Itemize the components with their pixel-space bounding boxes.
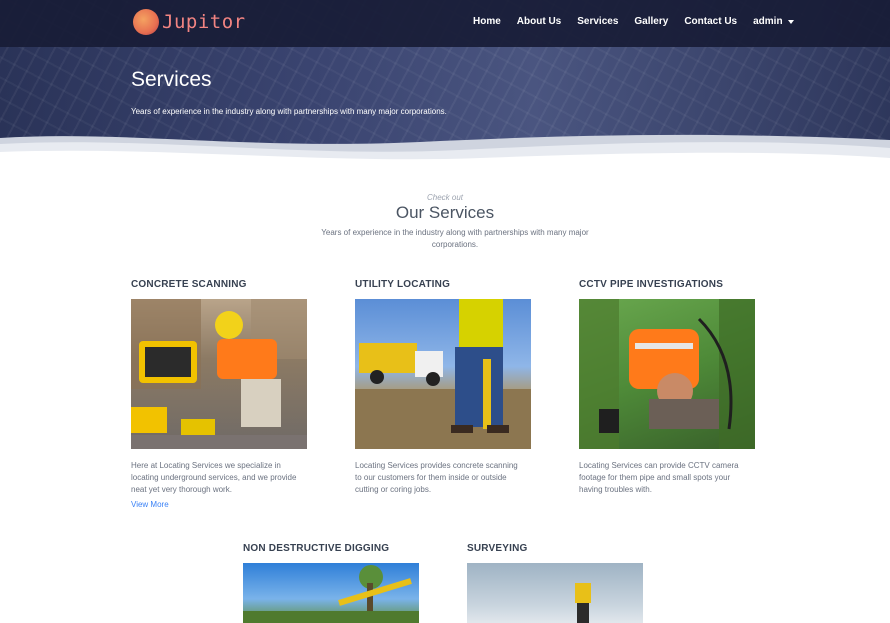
service-title: CCTV Pipe Investigations: [579, 279, 724, 290]
service-image-cctv-pipe: [579, 299, 755, 449]
nav-admin-label: admin: [753, 16, 783, 27]
surveying-illustration: [575, 583, 591, 623]
section-title: Our Services: [395, 203, 495, 222]
page-title: Services: [131, 68, 212, 91]
service-card-utility-locating: Utility Locating Locating Services provi…: [355, 279, 533, 496]
service-description: Locating Services can provide CCTV camer…: [579, 461, 739, 494]
nav-admin-dropdown[interactable]: admin: [753, 16, 794, 27]
service-description: Locating Services provides concrete scan…: [355, 461, 518, 494]
service-title: Non Destructive Digging: [243, 543, 390, 554]
service-image-surveying: [467, 563, 643, 623]
page-header: Jupitor Home About Us Services Gallery C…: [0, 0, 890, 160]
nav-about-us[interactable]: About Us: [517, 16, 561, 27]
view-more-link[interactable]: View More: [131, 500, 309, 509]
cctv-pipe-illustration: [579, 299, 755, 449]
service-card-surveying: Surveying: [467, 543, 645, 623]
navbar: Jupitor Home About Us Services Gallery C…: [0, 0, 890, 47]
utility-locating-illustration: [355, 299, 531, 449]
nav-contact-us[interactable]: Contact Us: [684, 16, 737, 27]
brand-name: Jupitor: [162, 11, 246, 33]
wave-divider: [0, 134, 890, 160]
nav-home[interactable]: Home: [473, 16, 501, 27]
service-description: Here at Locating Services we specialize …: [131, 461, 297, 494]
section-description: Years of experience in the industry alon…: [321, 228, 589, 249]
brand[interactable]: Jupitor: [133, 9, 246, 35]
service-title: Surveying: [467, 543, 528, 554]
service-image-utility-locating: [355, 299, 531, 449]
page-subtitle: Years of experience in the industry alon…: [131, 107, 447, 116]
main-nav: Home About Us Services Gallery Contact U…: [473, 16, 810, 27]
nav-services[interactable]: Services: [577, 16, 618, 27]
service-image-concrete-scanning: [131, 299, 307, 449]
service-card-concrete-scanning: Concrete Scanning Here at Locating Servi…: [131, 279, 309, 509]
digging-illustration: [243, 565, 419, 623]
planet-logo-icon: [133, 9, 159, 35]
service-image-digging: [243, 563, 419, 623]
caret-down-icon: [787, 19, 794, 24]
service-title: Concrete Scanning: [131, 279, 247, 290]
worker-scanning-illustration: [131, 299, 307, 449]
service-title: Utility Locating: [355, 279, 451, 290]
service-card-non-destructive-digging: Non Destructive Digging: [243, 543, 421, 623]
nav-gallery[interactable]: Gallery: [634, 16, 668, 27]
section-kicker: Check out: [426, 193, 464, 202]
service-card-cctv-pipe-investigations: CCTV Pipe Investigations Locating Servic…: [579, 279, 757, 496]
